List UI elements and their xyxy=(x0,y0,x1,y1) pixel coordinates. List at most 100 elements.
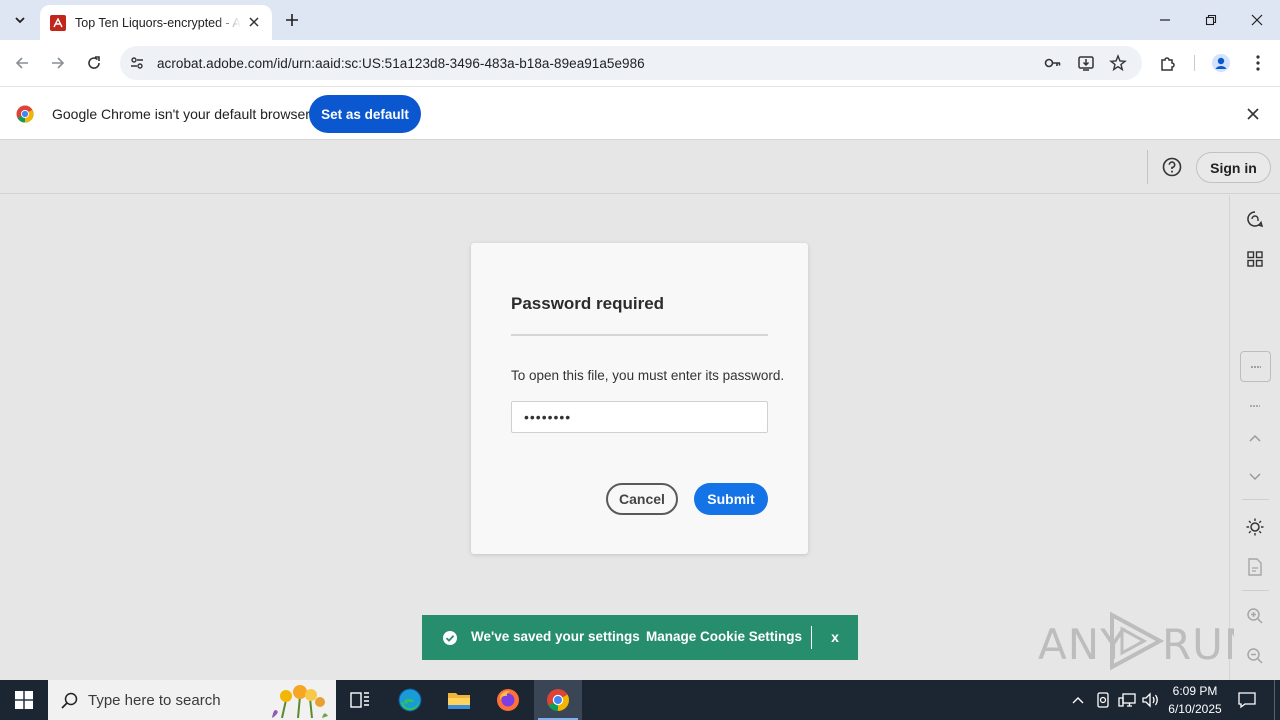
chrome-menu-button[interactable] xyxy=(1246,51,1270,75)
notification-center-button[interactable] xyxy=(1236,689,1258,711)
minus-icon[interactable] xyxy=(1244,395,1266,417)
set-as-default-button[interactable]: Set as default xyxy=(309,95,421,133)
profile-button[interactable] xyxy=(1209,51,1233,75)
ai-assistant-icon[interactable] xyxy=(1244,208,1266,230)
dialog-title: Password required xyxy=(511,294,665,313)
windows-logo-icon xyxy=(15,691,33,709)
firefox-icon xyxy=(497,689,519,711)
acrobat-header: Sign in xyxy=(0,140,1280,194)
toolbar-divider xyxy=(1194,55,1195,71)
system-clock[interactable]: 6:09 PM 6/10/2025 xyxy=(1160,682,1230,718)
close-tab-icon[interactable] xyxy=(246,14,262,30)
password-input[interactable] xyxy=(511,401,768,433)
browser-tab[interactable]: Top Ten Liquors-encrypted - Adobe Acroba… xyxy=(40,5,272,40)
install-icon xyxy=(1078,56,1094,71)
clock-date: 6/10/2025 xyxy=(1168,702,1222,716)
infobar-close-icon[interactable] xyxy=(1244,105,1262,123)
help-button[interactable] xyxy=(1160,155,1184,179)
theme-icon[interactable] xyxy=(1244,516,1266,538)
plus-icon xyxy=(286,14,298,26)
flowers-search-highlight-icon xyxy=(272,685,328,718)
cookie-toast: We've saved your settings Manage Cookie … xyxy=(422,615,858,660)
back-arrow-icon xyxy=(15,57,28,69)
cancel-button[interactable]: Cancel xyxy=(606,483,678,515)
rail-divider xyxy=(1242,499,1269,500)
anyrun-logo: ANY RUN xyxy=(1038,611,1234,671)
volume-button[interactable] xyxy=(1141,690,1161,710)
manage-cookie-settings-link[interactable]: Manage Cookie Settings xyxy=(646,629,802,644)
svg-text:RUN: RUN xyxy=(1162,620,1234,669)
tab-search-button[interactable] xyxy=(7,8,33,32)
dialog-divider xyxy=(511,334,768,336)
minimize-icon xyxy=(1160,19,1170,21)
toast-message: We've saved your settings xyxy=(471,629,640,644)
acrobat-icon xyxy=(50,14,66,31)
url-text: acrobat.adobe.com/id/urn:aaid:sc:US:51a1… xyxy=(157,55,645,71)
reload-button[interactable] xyxy=(82,51,106,75)
notification-icon xyxy=(1238,692,1256,709)
tab-strip: Top Ten Liquors-encrypted - Adobe Acroba… xyxy=(0,0,1280,40)
file-explorer-button[interactable] xyxy=(435,680,483,720)
edge-button[interactable] xyxy=(386,680,434,720)
rail-divider xyxy=(1242,590,1269,591)
more-vert-icon xyxy=(1256,55,1260,71)
search-placeholder: Type here to search xyxy=(88,691,221,709)
submit-button[interactable]: Submit xyxy=(694,483,768,515)
taskbar-search-box[interactable]: Type here to search xyxy=(48,680,336,720)
restore-icon xyxy=(1205,14,1217,26)
restore-button[interactable] xyxy=(1199,8,1223,32)
install-app-button[interactable] xyxy=(1074,51,1098,75)
volume-icon xyxy=(1142,692,1158,708)
close-window-button[interactable] xyxy=(1245,8,1269,32)
chrome-taskbar-button[interactable] xyxy=(534,680,582,720)
tray-device-button[interactable] xyxy=(1093,690,1113,710)
address-bar[interactable]: acrobat.adobe.com/id/urn:aaid:sc:US:51a1… xyxy=(120,46,1142,80)
chevron-down-icon[interactable] xyxy=(1244,466,1266,488)
tab-title: Top Ten Liquors-encrypted - Adobe Acroba… xyxy=(75,15,241,30)
page-icon[interactable] xyxy=(1244,556,1266,578)
extensions-button[interactable] xyxy=(1156,51,1180,75)
site-info-button[interactable] xyxy=(125,51,149,75)
grid-icon[interactable] xyxy=(1244,248,1266,270)
search-icon xyxy=(60,691,78,709)
minimize-button[interactable] xyxy=(1153,8,1177,32)
zoom-out-icon[interactable] xyxy=(1244,645,1266,667)
password-key-button[interactable] xyxy=(1041,51,1065,75)
start-button[interactable] xyxy=(0,680,48,720)
toast-close-button[interactable]: x xyxy=(827,629,843,645)
sign-in-button[interactable]: Sign in xyxy=(1196,152,1271,183)
chrome-icon xyxy=(547,689,569,711)
back-button[interactable] xyxy=(10,51,34,75)
new-tab-button[interactable] xyxy=(282,10,302,30)
dialog-message: To open this file, you must enter its pa… xyxy=(511,368,785,383)
task-view-button[interactable] xyxy=(336,680,384,720)
key-icon xyxy=(1044,58,1061,68)
anyrun-watermark: ANY RUN xyxy=(1038,609,1234,673)
profile-icon xyxy=(1212,54,1230,72)
firefox-button[interactable] xyxy=(484,680,532,720)
network-icon xyxy=(1118,693,1136,707)
bookmark-button[interactable] xyxy=(1106,51,1130,75)
forward-arrow-icon xyxy=(52,57,65,69)
chevron-down-icon xyxy=(15,17,25,24)
forward-button[interactable] xyxy=(46,51,70,75)
right-rail xyxy=(1229,195,1280,680)
fit-page-icon xyxy=(1250,365,1261,368)
network-button[interactable] xyxy=(1117,690,1137,710)
windows-taskbar: Type here to search 6:09 PM 6/10/2025 xyxy=(0,680,1280,720)
fit-page-button[interactable] xyxy=(1240,351,1271,382)
tray-overflow-button[interactable] xyxy=(1068,690,1088,710)
clock-time: 6:09 PM xyxy=(1172,684,1218,698)
chevron-up-icon[interactable] xyxy=(1244,427,1266,449)
browser-toolbar: acrobat.adobe.com/id/urn:aaid:sc:US:51a1… xyxy=(0,40,1280,86)
puzzle-icon xyxy=(1161,57,1175,71)
close-icon xyxy=(1251,14,1263,26)
infobar-message: Google Chrome isn't your default browser xyxy=(52,106,310,122)
reload-icon xyxy=(88,56,100,69)
task-view-icon xyxy=(350,692,369,708)
show-desktop-button[interactable] xyxy=(1274,680,1275,720)
chevron-up-icon xyxy=(1072,697,1084,704)
edge-icon xyxy=(398,688,422,712)
tune-icon xyxy=(131,57,143,69)
zoom-in-icon[interactable] xyxy=(1244,605,1266,627)
